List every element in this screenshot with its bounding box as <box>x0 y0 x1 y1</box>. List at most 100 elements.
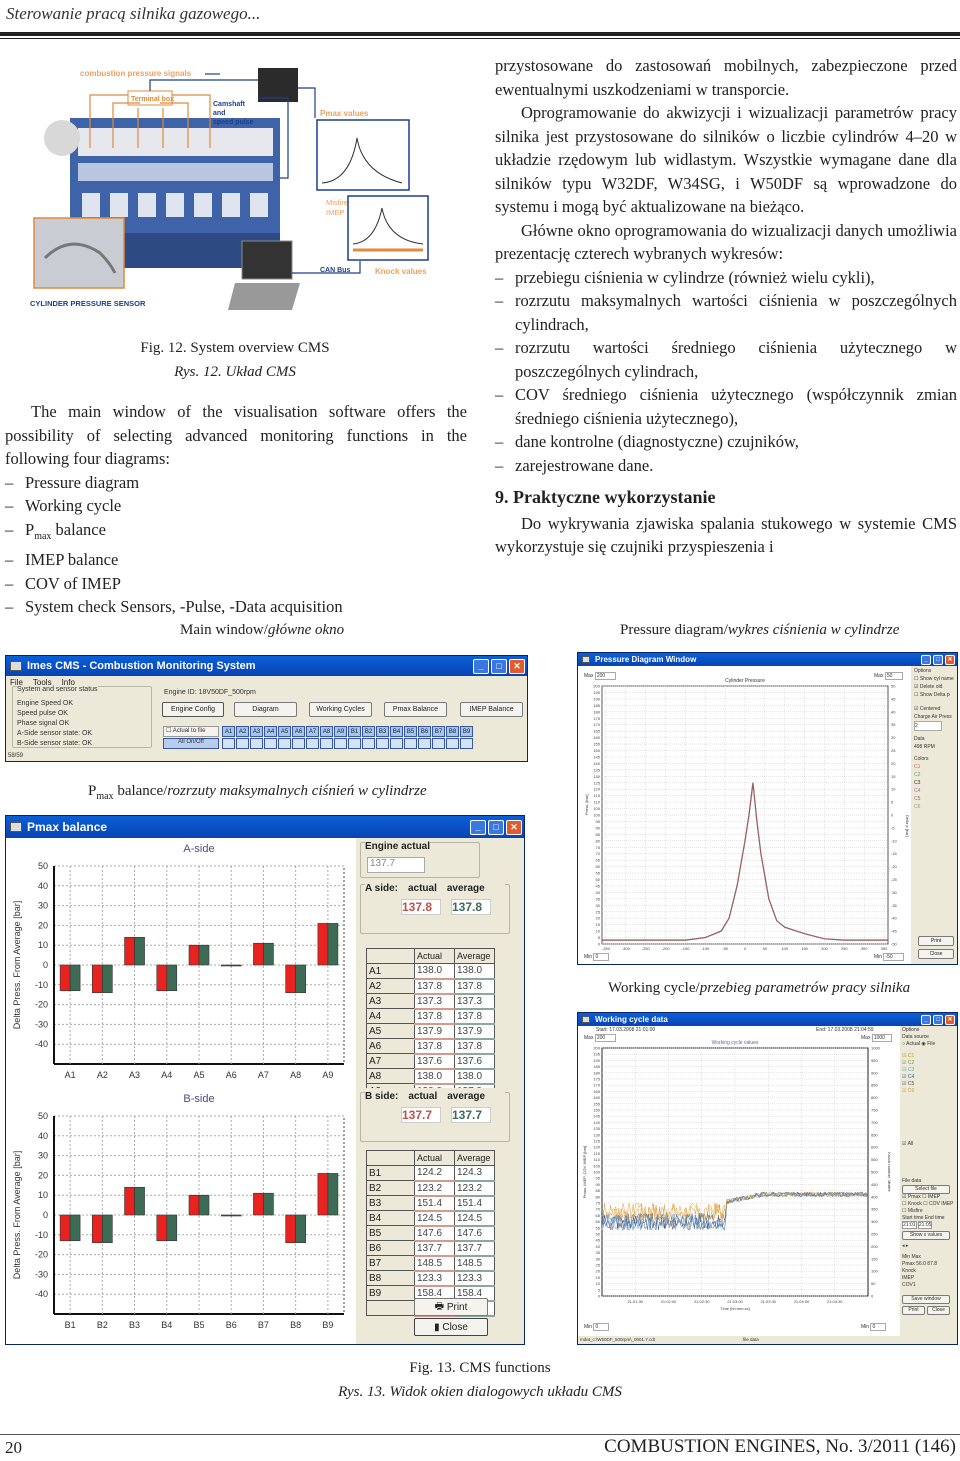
cylinder-toggle-b7[interactable] <box>432 738 445 749</box>
cylinder-toggle-b8[interactable] <box>446 738 459 749</box>
close-button[interactable]: ✕ <box>945 1014 955 1025</box>
minimize-button[interactable]: _ <box>473 658 489 674</box>
actual-cell: 137.8 <box>414 1008 455 1025</box>
y-tick-label: -30 <box>35 1019 48 1029</box>
knock-checkbox[interactable]: ☐ Knock ☐ COV IMEP <box>902 1201 957 1208</box>
show-values-button[interactable]: Show x values <box>902 1231 950 1240</box>
cylinder-button-a2[interactable]: A2 <box>236 726 249 737</box>
y-tick-label: 165 <box>593 1089 600 1094</box>
close-button[interactable]: ▮ Close <box>414 1318 488 1336</box>
channel-checkbox[interactable]: ☑ C2 <box>902 1060 957 1067</box>
cylinder-button-b5[interactable]: B5 <box>404 726 417 737</box>
cylinder-toggle-a4[interactable] <box>264 738 277 749</box>
cylinder-toggle-a8[interactable] <box>320 738 333 749</box>
cylinder-button-b1[interactable]: B1 <box>348 726 361 737</box>
y-tick-label: 200 <box>593 1046 600 1051</box>
cylinder-toggle-a7[interactable] <box>306 738 319 749</box>
cylinder-toggle-b6[interactable] <box>418 738 431 749</box>
actual-to-file-checkbox[interactable]: ☐ Actual to file <box>163 726 219 737</box>
all-checkbox[interactable]: ☑ All <box>902 1141 957 1148</box>
minimize-button[interactable]: _ <box>921 654 931 665</box>
table-row: A1 138.0 138.0 <box>366 963 495 980</box>
cylinder-toggle-a3[interactable] <box>250 738 263 749</box>
cylinder-button-b7[interactable]: B7 <box>432 726 445 737</box>
cylinder-toggle-b5[interactable] <box>404 738 417 749</box>
cylinder-toggle-b9[interactable] <box>460 738 473 749</box>
maximize-button[interactable]: □ <box>933 654 943 665</box>
cylinder-button-a1[interactable]: A1 <box>222 726 235 737</box>
start-time-select[interactable]: 21:01 <box>902 1221 917 1229</box>
cylinder-button-b2[interactable]: B2 <box>362 726 375 737</box>
x-tick-label: 300 <box>861 946 868 951</box>
close-button[interactable]: ✕ <box>506 819 522 835</box>
cylinder-button-a8[interactable]: A8 <box>320 726 333 737</box>
channel-checkbox[interactable]: ☑ C1 <box>902 1053 957 1060</box>
maximize-button[interactable]: □ <box>933 1014 943 1025</box>
cylinder-button-b9[interactable]: B9 <box>460 726 473 737</box>
cylinder-toggle-a9[interactable] <box>334 738 347 749</box>
cylinder-button-a4[interactable]: A4 <box>264 726 277 737</box>
misfire-checkbox[interactable]: ☐ Misfire <box>902 1208 957 1215</box>
diagram-button[interactable]: Diagram <box>234 702 297 717</box>
cylinder-button-a5[interactable]: A5 <box>278 726 291 737</box>
cylinder-button-a7[interactable]: A7 <box>306 726 319 737</box>
channel-checkbox[interactable]: ☑ C4 <box>902 1074 957 1081</box>
actual-cell: 148.5 <box>414 1255 455 1272</box>
table-row: B3 151.4 151.4 <box>366 1195 495 1212</box>
imep-balance-button[interactable]: IMEP Balance <box>460 702 523 717</box>
cylinder-button-b6[interactable]: B6 <box>418 726 431 737</box>
cylinder-toggle-b1[interactable] <box>348 738 361 749</box>
save-window-button[interactable]: Save window <box>902 1295 950 1304</box>
close-button[interactable]: ✕ <box>509 658 525 674</box>
cylinder-button-b8[interactable]: B8 <box>446 726 459 737</box>
cylinder-toggle-b4[interactable] <box>390 738 403 749</box>
engine-config-button[interactable]: Engine Config <box>162 702 224 717</box>
all-on-off-button[interactable]: All On/Off <box>163 738 219 749</box>
minimize-button[interactable]: _ <box>470 819 486 835</box>
working-cycles-button[interactable]: Working Cycles <box>309 702 372 717</box>
channel-checkbox[interactable]: ☑ C6 <box>902 1088 957 1095</box>
centered-checkbox[interactable]: ☑ Centered <box>914 705 957 713</box>
average-cell: 123.3 <box>454 1270 495 1287</box>
cylinder-button-a3[interactable]: A3 <box>250 726 263 737</box>
end-time-select[interactable]: 21:05 <box>917 1221 933 1229</box>
close-button[interactable]: Close <box>918 949 954 959</box>
select-file-button[interactable]: Select file <box>902 1185 950 1194</box>
charge-air-input[interactable]: 2 <box>914 721 942 731</box>
bar-actual-a2 <box>92 964 103 994</box>
show-cyl-name-checkbox[interactable]: ☐ Show cyl name <box>914 675 957 683</box>
cylinder-toggle-a2[interactable] <box>236 738 249 749</box>
channel-checkbox[interactable]: ☑ C5 <box>902 1081 957 1088</box>
scroll-arrows[interactable]: ◂ ▸ <box>902 1243 957 1250</box>
data-source-radio[interactable]: ○ Actual ◉ File <box>902 1041 957 1048</box>
pmax-checkbox[interactable]: ☑ Pmax ☐ IMEP <box>902 1194 957 1201</box>
cylinder-toggle-a6[interactable] <box>292 738 305 749</box>
list-item: Working cycle <box>5 494 467 518</box>
minimize-button[interactable]: _ <box>921 1014 931 1025</box>
channel-checkbox[interactable]: ☑ C3 <box>902 1067 957 1074</box>
y-tick-label: 15 <box>596 922 601 927</box>
close-button[interactable]: ✕ <box>945 654 955 665</box>
cylinder-toggle-b3[interactable] <box>376 738 389 749</box>
print-button[interactable]: Print <box>902 1306 925 1315</box>
cylinder-button-b4[interactable]: B4 <box>390 726 403 737</box>
cylinder-toggle-b2[interactable] <box>362 738 375 749</box>
pmax-balance-button[interactable]: Pmax Balance <box>384 702 447 717</box>
maximize-button[interactable]: □ <box>491 658 507 674</box>
table-row: B5 147.6 147.6 <box>366 1225 495 1242</box>
show-delta-p-checkbox[interactable]: ☐ Show Delta p <box>914 691 957 699</box>
close-button[interactable]: Close <box>927 1306 950 1315</box>
print-button[interactable]: Print <box>918 936 954 946</box>
print-button[interactable]: 🖶 Print <box>414 1298 488 1316</box>
x-tick-label: 250 <box>841 946 848 951</box>
cylinder-toggle-a5[interactable] <box>278 738 291 749</box>
y2-tick-label: -25 <box>891 877 898 882</box>
cylinder-toggle-a1[interactable] <box>222 738 235 749</box>
delete-old-checkbox[interactable]: ☑ Delete old <box>914 683 957 691</box>
cylinder-button-a6[interactable]: A6 <box>292 726 305 737</box>
cylinder-button-a9[interactable]: A9 <box>334 726 347 737</box>
maximize-button[interactable]: □ <box>488 819 504 835</box>
cylinder-button-b3[interactable]: B3 <box>376 726 389 737</box>
working-cycle-chart: Working cycle values05101520253035404550… <box>582 1040 892 1311</box>
y2-tick-label: 900 <box>871 1070 878 1075</box>
